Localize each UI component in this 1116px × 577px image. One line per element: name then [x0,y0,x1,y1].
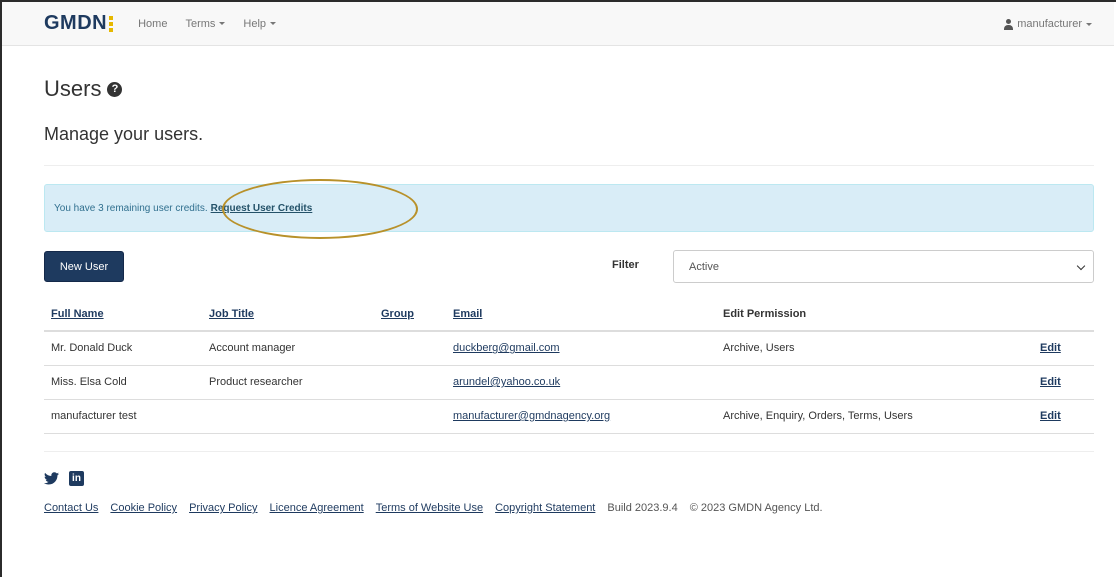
screenshot-frame [0,0,1116,577]
cell-email: arundel@yahoo.co.uk [446,365,716,400]
table-row: Miss. Elsa Cold Product researcher arund… [44,365,1094,400]
brand-mark-icon [109,15,114,32]
brand-logo[interactable]: GMDN [44,12,114,35]
footer-copyright: © 2023 GMDN Agency Ltd. [689,502,823,514]
cell-group [374,331,446,366]
header-actions [1033,298,1094,332]
cell-full-name: manufacturer test [44,399,202,434]
caret-down-icon [270,22,277,25]
cell-email: duckberg@gmail.com [446,331,716,366]
table-header-row: Full Name Job Title Group Email Edit Per… [44,298,1094,332]
footer-privacy-policy-link[interactable]: Privacy Policy [189,502,257,514]
users-table: Full Name Job Title Group Email Edit Per… [44,298,1094,434]
caret-down-icon [219,22,226,25]
cell-edit: Edit [1033,331,1094,366]
cell-email: manufacturer@gmdnagency.org [446,399,716,434]
sort-full-name-link[interactable]: Full Name [51,308,104,320]
footer-build-version: Build 2023.9.4 [607,502,678,514]
cell-job-title: Account manager [202,331,374,366]
new-user-button[interactable]: New User [44,251,124,282]
user-icon [1003,18,1014,30]
footer-cookie-policy-link[interactable]: Cookie Policy [110,502,177,514]
email-link[interactable]: duckberg@gmail.com [453,342,560,354]
chevron-down-icon [1076,261,1086,271]
cell-full-name: Mr. Donald Duck [44,331,202,366]
nav-links: Home Terms Help [129,18,285,30]
nav-terms-label: Terms [185,17,216,30]
edit-user-link[interactable]: Edit [1040,342,1061,354]
cell-permission: Archive, Enquiry, Orders, Terms, Users [716,399,1033,434]
filter-label: Filter [612,259,639,271]
header-full-name: Full Name [44,298,202,332]
header-group: Group [374,298,446,332]
sort-email-link[interactable]: Email [453,308,482,320]
sort-job-title-link[interactable]: Job Title [209,308,254,320]
filter-select-value: Active [689,260,719,273]
footer-copyright-statement-link[interactable]: Copyright Statement [495,502,595,514]
nav-terms-dropdown[interactable]: Terms [176,18,234,30]
caret-down-icon [1086,22,1092,26]
cell-job-title [202,399,374,434]
footer-contact-us-link[interactable]: Contact Us [44,502,98,514]
nav-help-dropdown[interactable]: Help [234,18,285,30]
cell-full-name: Miss. Elsa Cold [44,365,202,400]
email-link[interactable]: manufacturer@gmdnagency.org [453,410,610,422]
cell-group [374,399,446,434]
twitter-icon[interactable] [44,472,59,485]
footer-terms-of-website-use-link[interactable]: Terms of Website Use [376,502,483,514]
page-subtitle: Manage your users. [44,124,204,144]
nav-help-label: Help [243,17,267,30]
email-link[interactable]: arundel@yahoo.co.uk [453,376,560,388]
footer-links: Contact Us Cookie Policy Privacy Policy … [44,502,835,514]
cell-edit: Edit [1033,365,1094,400]
cell-edit: Edit [1033,399,1094,434]
help-question-icon[interactable]: ? [107,81,123,97]
linkedin-icon[interactable]: in [69,471,84,486]
header-job-title: Job Title [202,298,374,332]
nav-home[interactable]: Home [129,18,176,30]
page-title-text: Users [44,76,102,101]
brand-name: GMDN [44,12,108,34]
credits-alert: You have 3 remaining user credits. Reque… [44,184,1094,232]
page-title: Users ? [44,76,123,102]
table-row: manufacturer test manufacturer@gmdnagenc… [44,399,1094,434]
edit-user-link[interactable]: Edit [1040,410,1061,422]
header-divider [44,165,1094,166]
user-menu-label: manufacturer [1017,18,1082,30]
top-navbar: GMDN Home Terms Help manufacturer [2,2,1114,46]
cell-job-title: Product researcher [202,365,374,400]
credits-alert-text: You have 3 remaining user credits. [54,202,208,214]
social-links: in [44,471,84,486]
cell-permission: Archive, Users [716,331,1033,366]
nav-home-label: Home [138,17,168,30]
header-email: Email [446,298,716,332]
footer-divider [44,451,1094,452]
edit-user-link[interactable]: Edit [1040,376,1061,388]
cell-group [374,365,446,400]
request-user-credits-link[interactable]: Request User Credits [211,203,313,214]
user-menu-dropdown[interactable]: manufacturer [1003,2,1092,46]
filter-select[interactable]: Active [673,250,1094,283]
header-edit-permission: Edit Permission [716,298,1033,332]
footer-licence-agreement-link[interactable]: Licence Agreement [270,502,364,514]
cell-permission [716,365,1033,400]
table-row: Mr. Donald Duck Account manager duckberg… [44,331,1094,366]
sort-group-link[interactable]: Group [381,308,414,320]
